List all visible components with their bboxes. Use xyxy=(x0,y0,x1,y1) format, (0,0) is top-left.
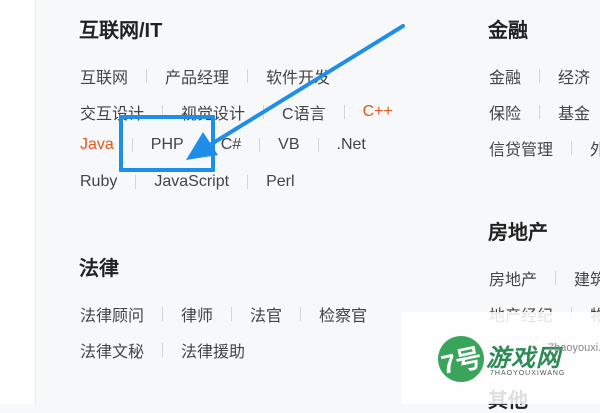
watermark-url: 7haoyouxi.com xyxy=(548,342,600,354)
watermark: 7号 游戏网 7haoyouxi.com 7HAOYOUXIWANG xyxy=(402,312,600,404)
watermark-subtitle: 7HAOYOUXIWANG xyxy=(490,370,566,377)
watermark-badge: 7号 xyxy=(433,331,489,387)
